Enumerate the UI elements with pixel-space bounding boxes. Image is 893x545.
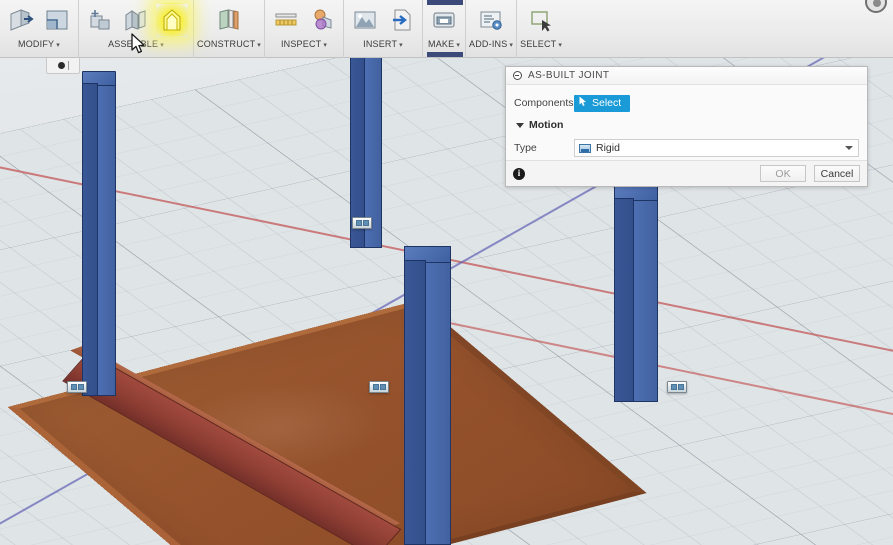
ribbon-panel-label[interactable]: MODIFY ▾	[18, 39, 60, 49]
fusion-360-window: MODIFY ▾ ASSEMBLE ▾ CONSTRUCT ▾ INSPECT …	[0, 0, 893, 545]
measure-icon[interactable]	[270, 3, 302, 37]
ribbon-panel-construct: CONSTRUCT ▾	[194, 0, 266, 58]
motion-section-header[interactable]: Motion	[516, 116, 859, 134]
new-component-icon[interactable]	[84, 3, 116, 37]
chevron-down-icon	[516, 122, 524, 128]
3d-print-icon[interactable]	[427, 0, 464, 57]
handle-dot-icon	[57, 62, 65, 69]
ribbon-panel-insert: INSERT ▾	[344, 0, 424, 58]
rigid-joint-icon	[579, 143, 591, 153]
as-built-joint-dialog: AS-BUILT JOINT Components Select Motion …	[505, 66, 868, 187]
ribbon-panel-label[interactable]: ADD-INS ▾	[469, 39, 513, 49]
press-pull-icon[interactable]	[5, 3, 37, 37]
ribbon-overflow-handle[interactable]	[46, 58, 80, 74]
interference-icon[interactable]	[306, 3, 338, 37]
type-label: Type	[514, 142, 537, 155]
type-row: Type Rigid	[514, 136, 859, 160]
leg-front-left[interactable]	[82, 71, 116, 396]
joint-type-value: Rigid	[596, 142, 620, 155]
cancel-button[interactable]: Cancel	[814, 165, 860, 183]
cursor-select-icon	[579, 96, 588, 110]
ribbon-panel-inspect: INSPECT ▾	[265, 0, 345, 58]
info-icon[interactable]: i	[513, 167, 525, 180]
ribbon-panel-select: SELECT ▾	[517, 0, 565, 58]
leg-front-right[interactable]	[404, 246, 451, 545]
ribbon-panel-make: MAKE ▾	[423, 0, 467, 58]
ribbon-panel-modify: MODIFY ▾	[0, 0, 79, 58]
dialog-title: AS-BUILT JOINT	[528, 70, 610, 82]
ribbon-panel-label[interactable]: INSPECT ▾	[281, 39, 327, 49]
components-row: Components Select	[514, 91, 859, 115]
dialog-title-bar: AS-BUILT JOINT	[506, 67, 867, 86]
handle-bar-icon	[67, 61, 69, 70]
components-label: Components	[514, 97, 574, 110]
ribbon-panel-assemble: ASSEMBLE ▾	[79, 0, 194, 58]
as-built-joint-icon[interactable]	[156, 3, 188, 37]
ribbon-panel-label[interactable]: CONSTRUCT ▾	[197, 39, 261, 49]
joint-marker[interactable]	[369, 381, 389, 393]
scripts-addins-icon[interactable]	[475, 3, 507, 37]
offset-plane-icon[interactable]	[213, 3, 245, 37]
joint-marker[interactable]	[352, 217, 372, 229]
collapse-icon[interactable]	[513, 71, 522, 81]
ok-button[interactable]: OK	[760, 165, 806, 183]
select-button-label: Select	[592, 97, 622, 110]
dialog-footer: i OK Cancel	[506, 160, 867, 186]
chevron-down-icon	[845, 146, 853, 151]
leg-back-right[interactable]	[614, 186, 658, 402]
fillet-icon[interactable]	[41, 3, 73, 37]
ribbon-toolbar: MODIFY ▾ ASSEMBLE ▾ CONSTRUCT ▾ INSPECT …	[0, 0, 893, 58]
ribbon-panel-label[interactable]: MAKE ▾	[428, 39, 460, 49]
dialog-body: Components Select Motion Type Rigid	[506, 85, 867, 160]
ribbon-panel-label[interactable]: ASSEMBLE ▾	[108, 39, 164, 49]
ribbon-panel-label[interactable]: INSERT ▾	[363, 39, 403, 49]
ribbon-panel-label[interactable]: SELECT ▾	[520, 39, 562, 49]
joint-marker[interactable]	[67, 381, 87, 393]
table-base-body[interactable]	[7, 215, 702, 545]
select-components-button[interactable]: Select	[574, 94, 631, 112]
select-icon[interactable]	[525, 3, 557, 37]
ribbon-panel-addins: ADD-INS ▾	[466, 0, 518, 58]
insert-derive-icon[interactable]	[385, 3, 417, 37]
motion-section-label: Motion	[529, 119, 564, 132]
joint-type-dropdown[interactable]: Rigid	[574, 139, 859, 158]
insert-mesh-icon[interactable]	[349, 3, 381, 37]
joint-marker[interactable]	[667, 381, 687, 393]
joint-icon[interactable]	[120, 3, 152, 37]
